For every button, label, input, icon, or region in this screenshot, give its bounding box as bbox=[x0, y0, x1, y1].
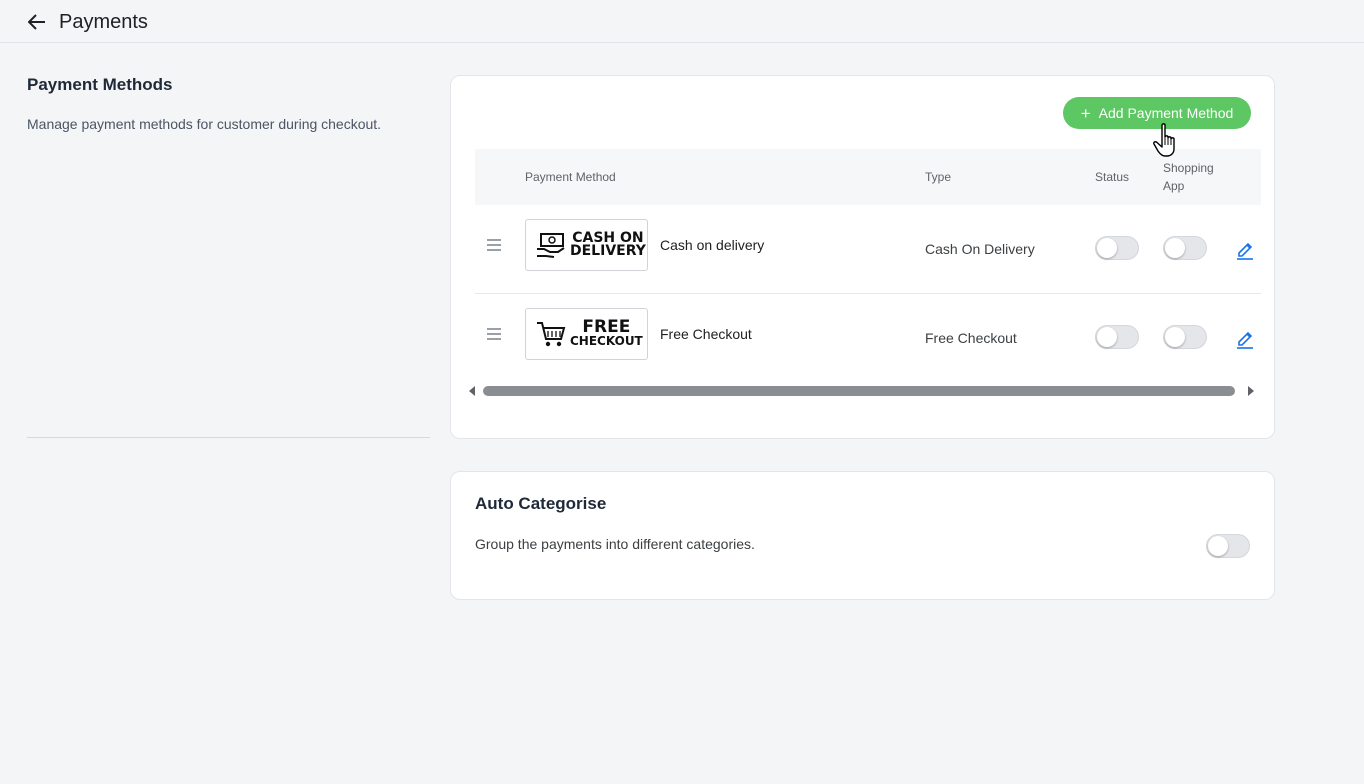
table-row: CASH ON DELIVERY Cash on delivery Cash O… bbox=[475, 205, 1261, 294]
auto-categorise-toggle[interactable] bbox=[1206, 534, 1250, 558]
method-name: Cash on delivery bbox=[660, 237, 765, 253]
drag-handle-icon[interactable] bbox=[487, 328, 501, 342]
status-toggle[interactable] bbox=[1095, 325, 1139, 349]
status-toggle[interactable] bbox=[1095, 236, 1139, 260]
auto-categorise-card: Auto Categorise Group the payments into … bbox=[450, 471, 1275, 600]
method-type: Cash On Delivery bbox=[925, 241, 1035, 257]
drag-handle-icon[interactable] bbox=[487, 239, 501, 253]
logo-line-2: DELIVERY bbox=[570, 243, 646, 259]
plus-icon: + bbox=[1080, 103, 1091, 123]
auto-categorise-title: Auto Categorise bbox=[475, 494, 607, 513]
section-title: Payment Methods bbox=[27, 75, 173, 94]
logo-line-2: CHECKOUT bbox=[570, 334, 643, 348]
column-header-method: Payment Method bbox=[525, 170, 616, 184]
column-header-status: Status bbox=[1095, 170, 1130, 184]
column-header-type: Type bbox=[925, 170, 952, 184]
shopping-cart-icon bbox=[537, 322, 566, 347]
table-header: Payment Method Type Status Shopping App bbox=[475, 149, 1261, 205]
shopping-app-toggle[interactable] bbox=[1163, 325, 1207, 349]
back-arrow-icon[interactable] bbox=[26, 11, 48, 33]
free-checkout-logo: FREE CHECKOUT bbox=[525, 308, 648, 360]
horizontal-scrollbar[interactable] bbox=[467, 382, 1260, 398]
add-payment-method-button[interactable]: + Add Payment Method bbox=[1063, 97, 1251, 129]
auto-categorise-description: Group the payments into different catego… bbox=[475, 536, 755, 552]
shopping-app-toggle[interactable] bbox=[1163, 236, 1207, 260]
cash-hand-icon bbox=[537, 233, 565, 258]
section-description: Manage payment methods for customer duri… bbox=[27, 116, 382, 132]
logo-line-1: FREE bbox=[582, 317, 631, 337]
scroll-left-arrow-icon[interactable] bbox=[469, 386, 475, 396]
column-header-shopping-app: Shopping App bbox=[1163, 161, 1214, 193]
top-bar: Payments bbox=[0, 0, 1364, 43]
payment-methods-card: + Add Payment Method Payment Method Type… bbox=[450, 75, 1275, 439]
method-type: Free Checkout bbox=[925, 330, 1017, 346]
payment-methods-intro: Payment Methods Manage payment methods f… bbox=[27, 75, 430, 132]
table-row: FREE CHECKOUT Free Checkout Free Checkou… bbox=[475, 294, 1261, 383]
cash-on-delivery-logo: CASH ON DELIVERY bbox=[525, 219, 648, 271]
edit-pencil-icon[interactable] bbox=[1235, 238, 1255, 260]
divider bbox=[27, 437, 430, 438]
scrollbar-thumb[interactable] bbox=[483, 386, 1235, 396]
edit-pencil-icon[interactable] bbox=[1235, 327, 1255, 349]
page-title: Payments bbox=[59, 11, 148, 33]
scroll-right-arrow-icon[interactable] bbox=[1248, 386, 1254, 396]
add-payment-method-label: Add Payment Method bbox=[1098, 105, 1234, 121]
method-name: Free Checkout bbox=[660, 326, 752, 342]
